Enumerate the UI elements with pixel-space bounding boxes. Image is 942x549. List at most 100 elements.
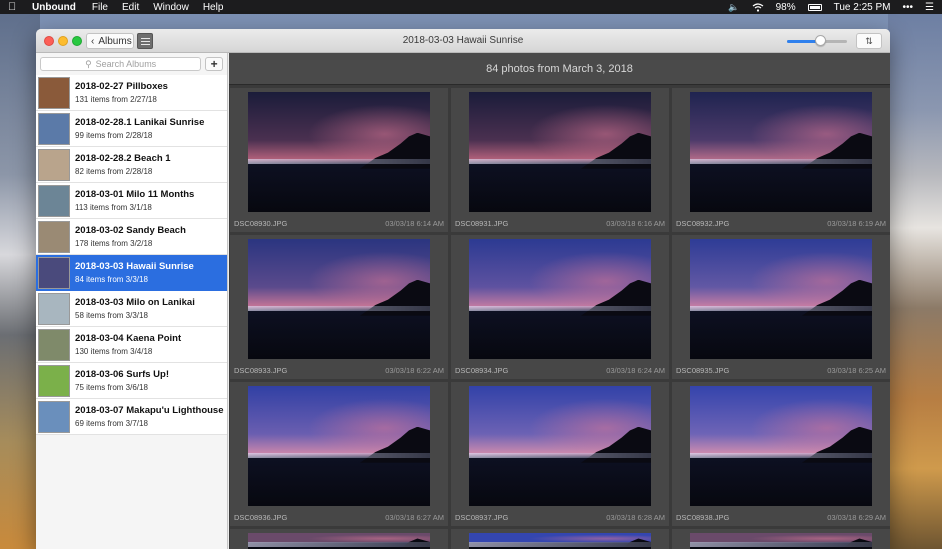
album-name: 2018-03-03 Hawaii Sunrise [75,261,194,272]
album-thumbnail [38,328,70,361]
wifi-icon[interactable] [752,2,764,12]
album-sidebar: ⚲ Search Albums + 2018-02-27 Pillboxes 13… [36,53,228,549]
album-item-count: 178 items from 3/2/18 [75,239,153,248]
menubar-clock[interactable]: Tue 2:25 PM [834,2,891,13]
photo-thumbnail[interactable] [690,239,872,359]
photo-thumbnail[interactable] [248,386,430,506]
photo-thumbnail[interactable] [469,533,651,549]
photo-filename: DSC08931.JPG [455,219,509,228]
album-text: 2018-03-03 Hawaii Sunrise 84 items from 3… [75,261,194,284]
menubar-status-area: 🔈 98% Tue 2:25 PM ••• ☰ [728,2,934,13]
photo-filename: DSC08934.JPG [455,366,509,375]
photo-thumbnail[interactable] [469,239,651,359]
album-thumbnail [38,112,70,145]
search-placeholder: Search Albums [95,59,157,69]
slider-knob[interactable] [815,35,826,46]
photo-filename: DSC08932.JPG [676,219,730,228]
menu-window[interactable]: Window [153,2,189,13]
album-list-item[interactable]: 2018-03-06 Surfs Up! 75 items from 3/6/18 [36,363,227,399]
photo-date: 03/03/18 6:25 AM [827,366,886,375]
photo-cell[interactable] [230,529,448,549]
search-icon: ⚲ [85,58,92,69]
battery-percent: 98% [775,1,796,13]
notification-center-icon[interactable]: ☰ [925,2,934,13]
album-list-item[interactable]: 2018-02-27 Pillboxes 131 items from 2/27/… [36,75,227,111]
battery-icon[interactable] [807,3,822,11]
photo-filename: DSC08937.JPG [455,513,509,522]
photo-date: 03/03/18 6:16 AM [606,219,665,228]
album-name: 2018-03-04 Kaena Point [75,333,182,344]
photo-count-header: 84 photos from March 3, 2018 [229,53,890,85]
album-list-item[interactable]: 2018-03-04 Kaena Point 130 items from 3/4… [36,327,227,363]
photo-cell[interactable]: DSC08936.JPG 03/03/18 6:27 AM [230,382,448,526]
album-thumbnail [38,184,70,217]
album-text: 2018-02-28.1 Lanikai Sunrise 99 items fro… [75,117,204,140]
album-list-item[interactable]: 2018-02-28.1 Lanikai Sunrise 99 items fro… [36,111,227,147]
photo-filename: DSC08930.JPG [234,219,288,228]
album-thumbnail [38,400,70,433]
photo-cell[interactable]: DSC08935.JPG 03/03/18 6:25 AM [672,235,890,379]
photo-cell[interactable]: DSC08931.JPG 03/03/18 6:16 AM [451,88,669,232]
photo-date: 03/03/18 6:27 AM [385,513,444,522]
album-item-count: 69 items from 3/7/18 [75,419,148,428]
sort-button[interactable]: ⇅ [856,33,882,49]
photo-thumbnail[interactable] [690,386,872,506]
menu-file[interactable]: File [92,2,108,13]
photo-filename: DSC08933.JPG [234,366,288,375]
photo-thumbnail[interactable] [690,533,872,549]
photo-cell[interactable]: DSC08933.JPG 03/03/18 6:22 AM [230,235,448,379]
window-title: 2018-03-03 Hawaii Sunrise [402,35,524,46]
album-text: 2018-03-03 Milo on Lanikai 58 items from … [75,297,195,320]
photo-thumbnail[interactable] [248,239,430,359]
album-text: 2018-03-06 Surfs Up! 75 items from 3/6/18 [75,369,169,392]
menubar:  Unbound File Edit Window Help 🔈 98% Tu… [0,0,942,14]
search-albums-input[interactable]: ⚲ Search Albums [40,57,202,71]
photo-date: 03/03/18 6:24 AM [606,366,665,375]
photo-cell[interactable]: DSC08938.JPG 03/03/18 6:29 AM [672,382,890,526]
volume-icon[interactable]: 🔈 [728,2,740,12]
album-name: 2018-03-06 Surfs Up! [75,369,169,380]
album-list-item[interactable]: 2018-03-01 Milo 11 Months 113 items from … [36,183,227,219]
photo-cell[interactable] [451,529,669,549]
photo-thumbnail[interactable] [469,92,651,212]
menu-app-name[interactable]: Unbound [32,2,76,13]
photo-filename: DSC08936.JPG [234,513,288,522]
album-list-item[interactable]: 2018-03-03 Hawaii Sunrise 84 items from 3… [36,255,227,291]
album-thumbnail [38,256,70,289]
photo-thumbnail[interactable] [690,92,872,212]
menu-edit[interactable]: Edit [122,2,139,13]
photo-date: 03/03/18 6:22 AM [385,366,444,375]
photo-cell[interactable]: DSC08934.JPG 03/03/18 6:24 AM [451,235,669,379]
photo-thumbnail[interactable] [469,386,651,506]
photo-cell[interactable]: DSC08930.JPG 03/03/18 6:14 AM [230,88,448,232]
more-icon[interactable]: ••• [903,2,914,13]
album-item-count: 58 items from 3/3/18 [75,311,148,320]
album-thumbnail [38,76,70,109]
photo-cell[interactable] [672,529,890,549]
photo-date: 03/03/18 6:14 AM [385,219,444,228]
photo-thumbnail[interactable] [248,92,430,212]
album-list-item[interactable]: 2018-03-07 Makapu'u Lighthouse 69 items f… [36,399,227,435]
desktop-wallpaper-right [888,14,942,549]
sidebar-search-row: ⚲ Search Albums + [36,53,227,75]
album-list-item[interactable]: 2018-03-03 Milo on Lanikai 58 items from … [36,291,227,327]
apple-menu-icon[interactable]:  [8,1,20,13]
album-thumbnail [38,148,70,181]
album-name: 2018-03-07 Makapu'u Lighthouse [75,405,224,416]
add-album-button[interactable]: + [205,57,223,71]
album-name: 2018-03-03 Milo on Lanikai [75,297,195,308]
album-text: 2018-02-27 Pillboxes 131 items from 2/27/… [75,81,168,104]
photo-date: 03/03/18 6:19 AM [827,219,886,228]
photo-cell[interactable]: DSC08932.JPG 03/03/18 6:19 AM [672,88,890,232]
photo-filename: DSC08935.JPG [676,366,730,375]
album-list-item[interactable]: 2018-03-02 Sandy Beach 178 items from 3/2… [36,219,227,255]
album-list-item[interactable]: 2018-02-28.2 Beach 1 82 items from 2/28/1… [36,147,227,183]
photo-cell[interactable]: DSC08937.JPG 03/03/18 6:28 AM [451,382,669,526]
photo-filename: DSC08938.JPG [676,513,730,522]
album-text: 2018-03-01 Milo 11 Months 113 items from … [75,189,194,212]
album-item-count: 131 items from 2/27/18 [75,95,157,104]
album-thumbnail [38,364,70,397]
menu-help[interactable]: Help [203,2,224,13]
photo-date: 03/03/18 6:29 AM [827,513,886,522]
photo-thumbnail[interactable] [248,533,430,549]
